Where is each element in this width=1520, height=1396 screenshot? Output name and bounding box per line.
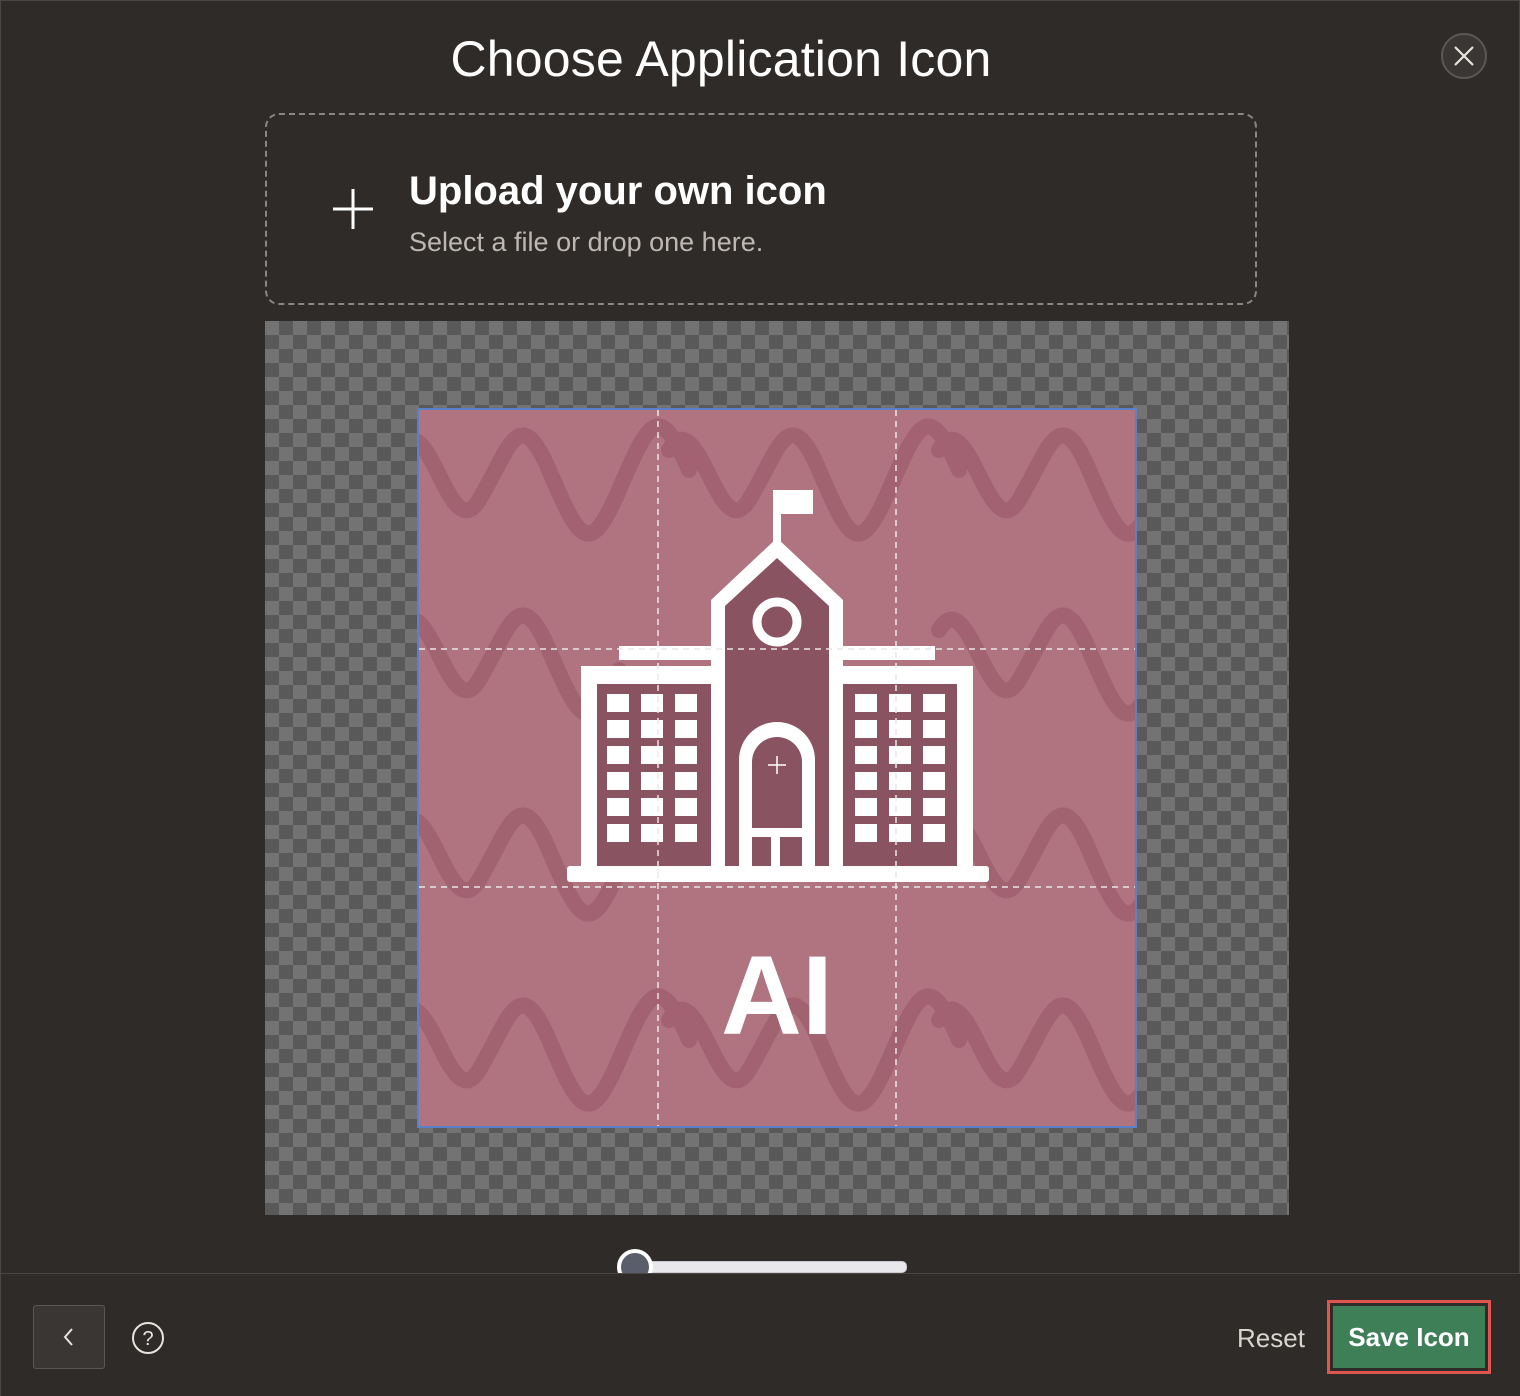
dialog-title: Choose Application Icon (450, 31, 992, 87)
back-button[interactable] (33, 1305, 105, 1369)
save-button-highlight: Save Icon (1327, 1300, 1491, 1374)
save-icon-button[interactable]: Save Icon (1333, 1306, 1485, 1368)
choose-icon-dialog: Choose Application Icon Upload your own … (0, 0, 1520, 1396)
plus-icon (333, 189, 373, 229)
icon-text: AI (721, 933, 833, 1058)
svg-text:?: ? (142, 1328, 153, 1350)
upload-subtext: Select a file or drop one here. (409, 227, 764, 257)
help-icon[interactable]: ? (131, 1321, 165, 1355)
dialog-footer: ? Reset Save Icon (1, 1273, 1520, 1396)
chevron-left-icon (63, 1328, 73, 1346)
close-icon (1454, 46, 1474, 66)
zoom-slider[interactable] (617, 1249, 907, 1285)
icon-preview: AI (419, 410, 1135, 1126)
reset-button[interactable]: Reset (1221, 1318, 1321, 1358)
upload-dropzone[interactable]: Upload your own icon Select a file or dr… (265, 113, 1257, 305)
crop-area[interactable]: AI (417, 408, 1137, 1128)
close-button[interactable] (1441, 33, 1487, 79)
upload-heading: Upload your own icon (409, 169, 827, 213)
crop-canvas[interactable]: AI (265, 321, 1289, 1215)
zoom-slider-track[interactable] (627, 1261, 907, 1273)
